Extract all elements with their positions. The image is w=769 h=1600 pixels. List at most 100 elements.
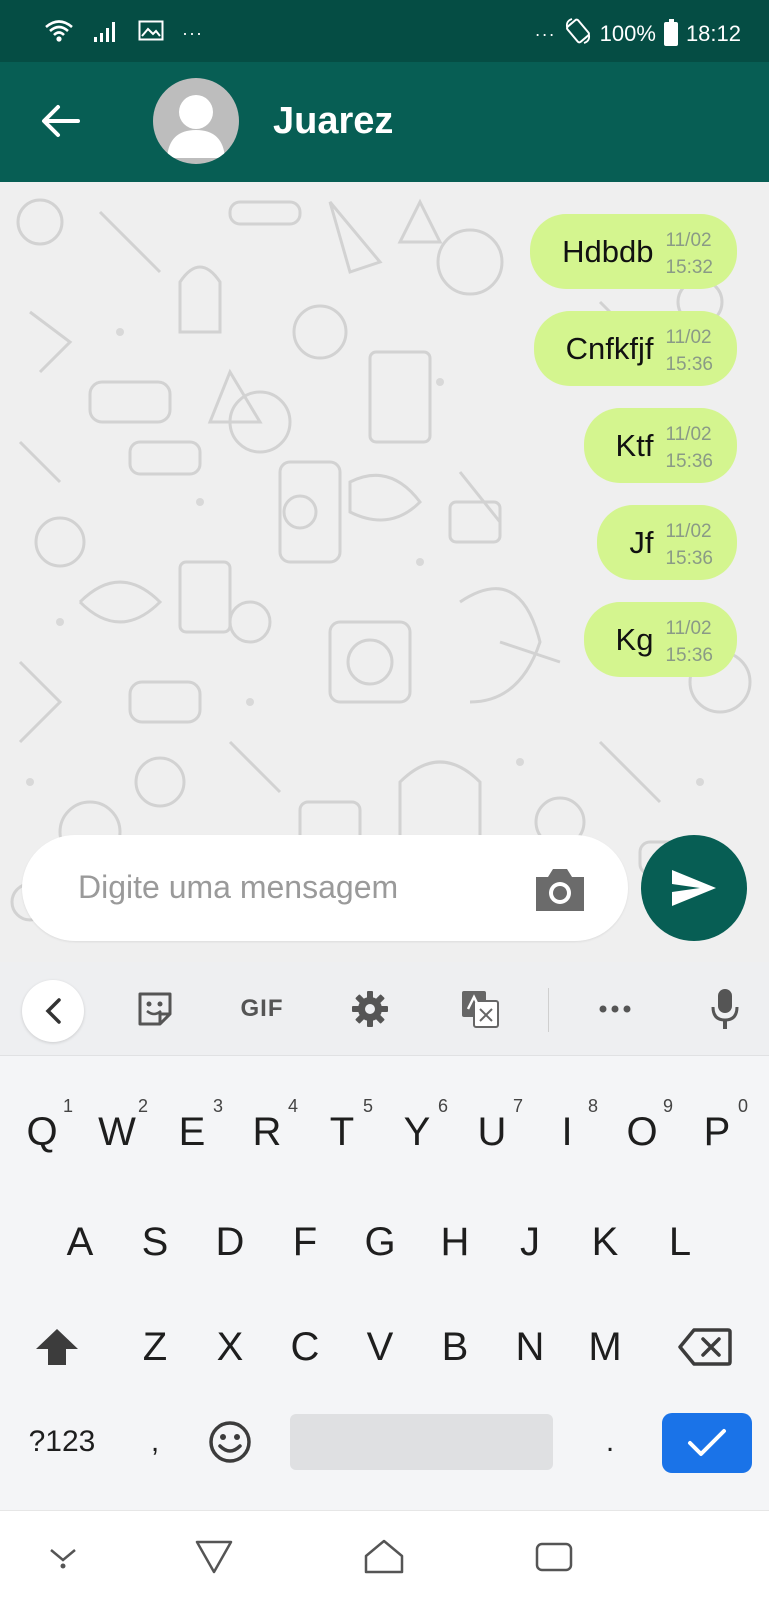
keyboard-collapse-button[interactable] (22, 980, 84, 1042)
message-date: 11/02 (665, 617, 712, 639)
send-button[interactable] (641, 835, 747, 941)
chevron-left-icon (45, 998, 61, 1024)
message-bubble[interactable]: Cnfkfjf 11/02 15:36 (533, 311, 737, 386)
recent-apps-button[interactable] (532, 1537, 576, 1577)
key-i[interactable]: I8 (532, 1092, 602, 1172)
message-text: Ktf (615, 427, 654, 463)
message-bubble[interactable]: Kg 11/02 15:36 (583, 602, 737, 677)
translate-icon (462, 991, 499, 1028)
key-o[interactable]: O9 (607, 1092, 677, 1172)
message-text: Hdbdb (562, 233, 654, 269)
toolbar-divider (548, 988, 549, 1032)
key-p[interactable]: P0 (682, 1092, 752, 1172)
more-options-button[interactable] (590, 984, 640, 1034)
message-timestamp: 11/02 15:36 (665, 421, 713, 475)
enter-key[interactable] (662, 1413, 752, 1473)
key-v[interactable]: V (345, 1307, 415, 1387)
key-j[interactable]: J (495, 1202, 565, 1282)
message-input[interactable]: Digite uma mensagem (22, 835, 628, 941)
message-date: 11/02 (665, 229, 712, 251)
key-hint: 3 (212, 1096, 223, 1116)
hide-keyboard-button[interactable] (41, 1537, 85, 1577)
keyboard: GIF Q 1 W 2 E 3 R 4 T 5 Y 6 U 7 I 8 O 9 … (0, 962, 769, 1510)
key-z[interactable]: Z (120, 1307, 190, 1387)
contact-avatar[interactable] (153, 78, 239, 164)
key-x[interactable]: X (195, 1307, 265, 1387)
key-r[interactable]: R4 (232, 1092, 302, 1172)
microphone-icon (711, 989, 739, 1029)
key-e[interactable]: E3 (157, 1092, 227, 1172)
key-q[interactable]: Q1 (7, 1092, 77, 1172)
symbols-key[interactable]: ?123 (22, 1402, 102, 1482)
key-s[interactable]: S (120, 1202, 190, 1282)
comma-key[interactable]: , (120, 1402, 190, 1482)
key-g[interactable]: G (345, 1202, 415, 1282)
message-timestamp: 11/02 15:36 (665, 518, 713, 572)
gif-button[interactable]: GIF (232, 984, 292, 1034)
translate-button[interactable] (455, 984, 505, 1034)
key-k[interactable]: K (570, 1202, 640, 1282)
message-date: 11/02 (665, 326, 712, 348)
more-status: ··· (534, 23, 556, 44)
arrow-left-icon (42, 105, 80, 137)
message-date: 11/02 (665, 423, 712, 445)
key-hint: 8 (587, 1096, 598, 1116)
key-hint: 4 (287, 1096, 298, 1116)
key-l[interactable]: L (645, 1202, 715, 1282)
key-a[interactable]: A (45, 1202, 115, 1282)
key-w[interactable]: W2 (82, 1092, 152, 1172)
message-list: Hdbdb 11/02 15:32 Cnfkfjf 11/02 15:36 Kt… (530, 214, 737, 677)
message-input-placeholder: Digite uma mensagem (78, 869, 399, 905)
key-label: O (626, 1109, 658, 1154)
key-h[interactable]: H (420, 1202, 490, 1282)
default-user-icon (167, 95, 225, 158)
contact-name[interactable]: Juarez (273, 100, 393, 143)
message-bubble[interactable]: Jf 11/02 15:36 (597, 505, 737, 580)
message-bubble[interactable]: Ktf 11/02 15:36 (583, 408, 737, 483)
status-bar: ··· ··· 100% 18:12 (0, 0, 769, 62)
key-m[interactable]: M (570, 1307, 640, 1387)
chevron-down-icon (50, 1549, 76, 1569)
keyboard-toolbar: GIF (0, 962, 769, 1056)
message-time: 15:36 (665, 353, 713, 375)
settings-button[interactable] (345, 984, 395, 1034)
square-recents-icon (535, 1542, 573, 1572)
key-y[interactable]: Y6 (382, 1092, 452, 1172)
gear-icon (352, 991, 388, 1027)
sticker-button[interactable] (130, 984, 180, 1034)
camera-button[interactable] (532, 865, 588, 913)
space-key[interactable] (290, 1414, 553, 1470)
key-b[interactable]: B (420, 1307, 490, 1387)
key-label: R (252, 1109, 282, 1154)
message-time: 15:36 (665, 644, 713, 666)
backspace-key[interactable] (670, 1307, 740, 1387)
message-bubble[interactable]: Hdbdb 11/02 15:32 (530, 214, 737, 289)
rotate-icon (564, 17, 592, 51)
send-icon (672, 870, 716, 906)
home-icon (364, 1539, 404, 1574)
voice-input-button[interactable] (700, 984, 750, 1034)
battery-percent: 100% (599, 21, 656, 46)
message-time: 15:32 (665, 256, 713, 278)
status-icons-right: ··· 100% 18:12 (535, 17, 741, 51)
key-n[interactable]: N (495, 1307, 565, 1387)
key-f[interactable]: F (270, 1202, 340, 1282)
shift-icon (36, 1329, 78, 1365)
wifi-icon (44, 18, 74, 49)
key-hint: 0 (737, 1096, 748, 1116)
key-u[interactable]: U7 (457, 1092, 527, 1172)
key-t[interactable]: T5 (307, 1092, 377, 1172)
key-d[interactable]: D (195, 1202, 265, 1282)
signal-icon (92, 19, 120, 48)
period-key[interactable]: . (575, 1402, 645, 1482)
key-c[interactable]: C (270, 1307, 340, 1387)
back-nav-button[interactable] (192, 1537, 236, 1577)
shift-key[interactable] (22, 1307, 92, 1387)
more-notifications: ··· (182, 23, 203, 43)
home-button[interactable] (362, 1537, 406, 1577)
emoji-key[interactable] (195, 1402, 265, 1482)
message-timestamp: 11/02 15:32 (665, 227, 713, 281)
chat-header: Juarez (0, 62, 769, 182)
back-button[interactable] (36, 97, 84, 145)
key-hint: 9 (662, 1096, 673, 1116)
